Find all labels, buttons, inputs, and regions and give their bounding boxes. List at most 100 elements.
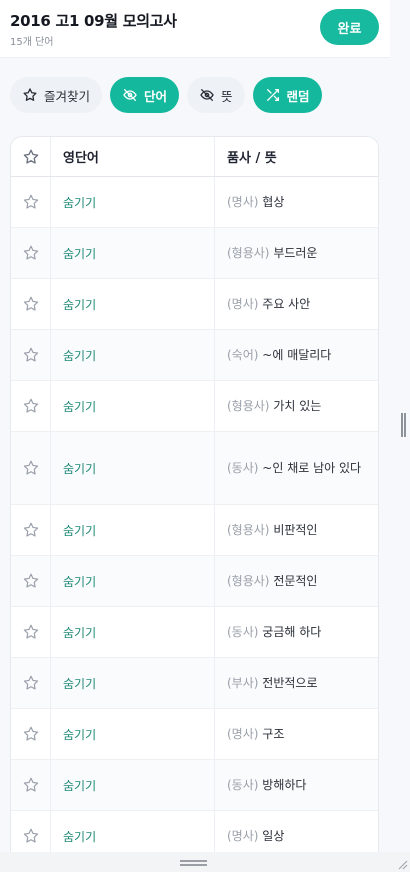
header-star-cell[interactable]: [11, 137, 51, 176]
favorite-star-button[interactable]: [11, 607, 51, 657]
word-text: 숨기기: [63, 625, 97, 640]
meaning-cell: (형용사) 부드러운: [215, 228, 378, 278]
meaning-value: ~에 매달리다: [262, 348, 332, 362]
part-of-speech: (명사): [227, 297, 259, 311]
word-cell: 숨기기: [51, 760, 215, 810]
done-button[interactable]: 완료: [320, 9, 379, 45]
word-cell: 숨기기: [51, 330, 215, 380]
table-row: 숨기기 (동사) 궁금해 하다: [11, 607, 378, 658]
word-cell: 숨기기: [51, 279, 215, 329]
favorite-star-button[interactable]: [11, 556, 51, 606]
star-outline-icon: [23, 245, 38, 260]
part-of-speech: (숙어): [227, 348, 259, 362]
favorite-star-button[interactable]: [11, 177, 51, 227]
bottom-resize-grip[interactable]: [180, 860, 207, 866]
hide-meaning-button[interactable]: 뜻: [187, 77, 245, 113]
favorite-star-button[interactable]: [11, 658, 51, 708]
table-row: 숨기기 (형용사) 가치 있는: [11, 381, 378, 432]
meaning-value: 주요 사안: [262, 297, 311, 311]
star-outline-icon: [23, 460, 38, 475]
part-of-speech: (형용사): [227, 399, 270, 413]
eye-off-icon: [123, 89, 137, 101]
header-bar: 2016 고1 09월 모의고사 15개 단어 완료: [0, 0, 390, 58]
resize-corner-icon[interactable]: [396, 858, 408, 870]
favorites-filter-label: 즐겨찾기: [44, 88, 91, 104]
favorite-star-button[interactable]: [11, 279, 51, 329]
meaning-cell: (동사) ~인 채로 남아 있다: [215, 432, 378, 504]
part-of-speech: (동사): [227, 461, 259, 475]
table-row: 숨기기 (형용사) 전문적인: [11, 556, 378, 607]
meaning-value: 협상: [262, 195, 285, 209]
favorite-star-button[interactable]: [11, 330, 51, 380]
filter-bar: 즐겨찾기 단어 뜻 랜덤: [10, 77, 322, 113]
column-header-word: 영단어: [51, 137, 215, 176]
meaning-text: (형용사) 비판적인: [227, 519, 317, 541]
favorite-star-button[interactable]: [11, 381, 51, 431]
word-text: 숨기기: [63, 829, 97, 844]
word-cell: 숨기기: [51, 658, 215, 708]
table-row: 숨기기 (부사) 전반적으로: [11, 658, 378, 709]
meaning-text: (동사) 방해하다: [227, 774, 306, 796]
meaning-value: 궁금해 하다: [262, 625, 322, 639]
part-of-speech: (부사): [227, 676, 259, 690]
star-outline-icon: [23, 522, 38, 537]
word-cell: 숨기기: [51, 556, 215, 606]
table-row: 숨기기 (명사) 주요 사안: [11, 279, 378, 330]
part-of-speech: (형용사): [227, 523, 270, 537]
hide-word-button[interactable]: 단어: [110, 77, 180, 113]
meaning-cell: (부사) 전반적으로: [215, 658, 378, 708]
table-row: 숨기기 (명사) 구조: [11, 709, 378, 760]
star-outline-icon: [23, 777, 38, 792]
favorite-star-button[interactable]: [11, 709, 51, 759]
meaning-text: (형용사) 가치 있는: [227, 395, 321, 417]
table-row: 숨기기 (명사) 협상: [11, 177, 378, 228]
word-count: 15개 단어: [10, 37, 54, 48]
meaning-cell: (명사) 구조: [215, 709, 378, 759]
favorite-star-button[interactable]: [11, 760, 51, 810]
word-text: 숨기기: [63, 399, 97, 414]
part-of-speech: (명사): [227, 829, 259, 843]
table-row: 숨기기 (형용사) 부드러운: [11, 228, 378, 279]
favorite-star-button[interactable]: [11, 505, 51, 555]
star-outline-icon: [23, 675, 38, 690]
meaning-text: (숙어) ~에 매달리다: [227, 344, 331, 366]
part-of-speech: (동사): [227, 778, 259, 792]
meaning-text: (부사) 전반적으로: [227, 672, 317, 694]
star-outline-icon: [23, 624, 38, 639]
meaning-text: (동사) ~인 채로 남아 있다: [227, 457, 361, 479]
meaning-value: 구조: [262, 727, 285, 741]
star-outline-icon: [23, 726, 38, 741]
meaning-text: (동사) 궁금해 하다: [227, 621, 321, 643]
favorite-star-button[interactable]: [11, 432, 51, 504]
word-text: 숨기기: [63, 195, 97, 210]
table-row: 숨기기 (숙어) ~에 매달리다: [11, 330, 378, 381]
word-text: 숨기기: [63, 297, 97, 312]
word-cell: 숨기기: [51, 177, 215, 227]
favorites-filter-button[interactable]: 즐겨찾기: [10, 77, 103, 113]
table-row: 숨기기 (형용사) 비판적인: [11, 505, 378, 556]
hide-meaning-label: 뜻: [221, 88, 233, 104]
meaning-value: 비판적인: [273, 523, 318, 537]
meaning-cell: (형용사) 가치 있는: [215, 381, 378, 431]
word-cell: 숨기기: [51, 381, 215, 431]
word-text: 숨기기: [63, 348, 97, 363]
meaning-cell: (형용사) 비판적인: [215, 505, 378, 555]
column-header-meaning: 품사 / 뜻: [227, 151, 277, 166]
star-outline-icon: [23, 88, 37, 101]
part-of-speech: (형용사): [227, 574, 270, 588]
word-text: 숨기기: [63, 246, 97, 261]
panel-resize-handle[interactable]: [401, 413, 406, 437]
table-row: 숨기기 (동사) ~인 채로 남아 있다: [11, 432, 378, 505]
meaning-value: 일상: [262, 829, 285, 843]
meaning-cell: (동사) 방해하다: [215, 760, 378, 810]
meaning-value: 전문적인: [273, 574, 318, 588]
star-outline-icon: [23, 398, 38, 413]
meaning-value: 전반적으로: [262, 676, 318, 690]
hide-word-label: 단어: [144, 88, 168, 104]
favorite-star-button[interactable]: [11, 228, 51, 278]
word-text: 숨기기: [63, 523, 97, 538]
part-of-speech: (형용사): [227, 246, 270, 260]
meaning-text: (명사) 일상: [227, 825, 284, 847]
random-order-button[interactable]: 랜덤: [252, 77, 322, 113]
shuffle-icon: [266, 89, 279, 101]
